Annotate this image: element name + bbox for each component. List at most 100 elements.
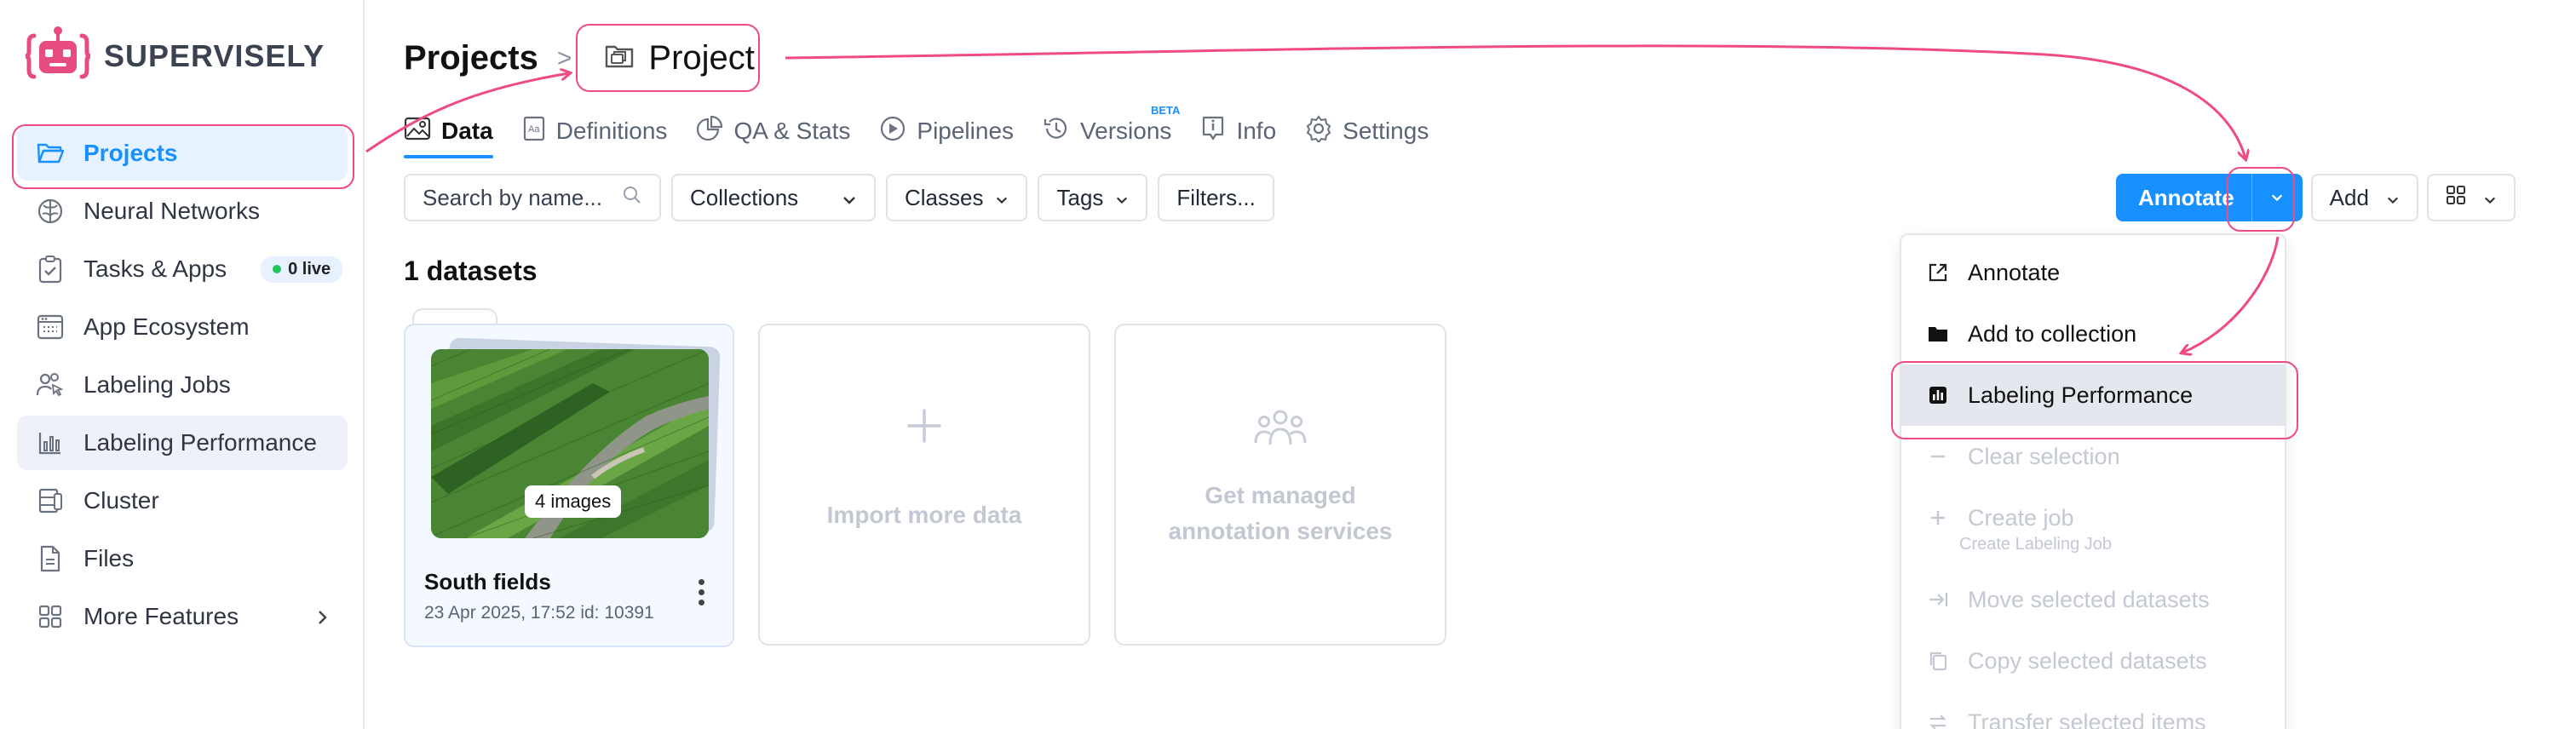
import-data-label: Import more data: [826, 502, 1022, 528]
tab-label: Definitions: [555, 118, 668, 144]
chevron-down-icon: [1115, 185, 1129, 211]
sidebar-item-label: Labeling Performance: [83, 429, 317, 456]
sidebar-item-files[interactable]: Files: [17, 531, 348, 586]
tags-label: Tags: [1056, 184, 1104, 210]
tab-pipelines[interactable]: Pipelines: [879, 107, 1014, 155]
tab-settings[interactable]: Settings: [1305, 107, 1429, 155]
sidebar-item-neural-networks[interactable]: Neural Networks: [17, 184, 348, 238]
add-button[interactable]: Add: [2310, 174, 2418, 221]
breadcrumb-projects[interactable]: Projects: [404, 39, 538, 77]
external-link-icon: [1927, 262, 1949, 283]
collections-label: Collections: [690, 184, 799, 210]
managed-services-line2: annotation services: [1168, 518, 1393, 544]
project-tabs: Data Aa Definitions QA & Stats Pipelines…: [404, 104, 1429, 158]
tab-versions[interactable]: Versions BETA: [1043, 104, 1180, 155]
brand-name: SUPERVISELY: [104, 38, 325, 73]
copy-icon: [1927, 651, 1949, 671]
sidebar-item-label: Projects: [83, 140, 178, 166]
live-tasks-badge: 0 live: [261, 255, 343, 283]
import-data-card[interactable]: Import more data: [758, 324, 1090, 646]
menu-item-copy-datasets[interactable]: Copy selected datasets: [1901, 630, 2285, 692]
annotate-split-button: Annotate: [2116, 174, 2303, 221]
transfer-icon: [1927, 713, 1949, 729]
menu-item-label: Transfer selected items: [1968, 709, 2206, 729]
breadcrumb-separator: >: [556, 43, 572, 72]
datasets-count-title: 1 datasets: [404, 255, 538, 286]
classes-select[interactable]: Classes: [886, 174, 1028, 221]
sidebar-item-label: Neural Networks: [83, 198, 260, 224]
tab-label: Info: [1236, 118, 1277, 144]
live-count: 0 live: [288, 259, 331, 278]
menu-item-label: Labeling Performance: [1968, 382, 2194, 408]
sidebar-item-label: Files: [83, 545, 135, 571]
breadcrumb: Projects > Project: [404, 34, 768, 83]
sidebar-item-label: Cluster: [83, 487, 159, 514]
tab-label: QA & Stats: [733, 118, 851, 144]
tab-label: Pipelines: [917, 118, 1015, 144]
dataset-thumbnail: 4 images: [431, 349, 709, 538]
tags-select[interactable]: Tags: [1038, 174, 1148, 221]
logo[interactable]: SUPERVISELY: [26, 24, 325, 89]
folder-icon: [1927, 325, 1949, 342]
filters-label: Filters...: [1176, 184, 1256, 210]
sidebar-item-label: Labeling Jobs: [83, 371, 231, 398]
managed-services-line1: Get managed: [1205, 482, 1356, 508]
plus-icon: [1927, 508, 1949, 527]
dataset-menu-icon[interactable]: [699, 579, 707, 606]
menu-item-transfer-items[interactable]: Transfer selected items: [1901, 692, 2285, 729]
action-buttons: Annotate Add: [2116, 174, 2516, 221]
sidebar-item-label: App Ecosystem: [83, 313, 250, 340]
server-icon: [36, 486, 65, 515]
chevron-down-icon: [842, 185, 857, 211]
view-mode-button[interactable]: [2426, 174, 2516, 221]
search-icon: [622, 185, 642, 211]
menu-item-labeling-performance[interactable]: Labeling Performance: [1901, 364, 2285, 426]
history-icon: [1043, 115, 1070, 148]
managed-services-card[interactable]: Get managed annotation services: [1114, 324, 1446, 646]
filters-button[interactable]: Filters...: [1158, 174, 1274, 221]
folder-open-icon: [36, 139, 65, 168]
chevron-down-icon: [995, 185, 1009, 211]
sidebar-nav: Projects Neural Networks Tasks & Apps 0 …: [17, 126, 348, 647]
dataset-meta: 23 Apr 2025, 17:52 id: 10391: [424, 603, 654, 623]
breadcrumb-current-project[interactable]: Project: [590, 34, 768, 83]
search-input[interactable]: Search by name...: [404, 174, 661, 221]
file-icon: [36, 544, 65, 573]
menu-item-add-to-collection[interactable]: Add to collection: [1901, 303, 2285, 364]
project-folder-icon: [604, 39, 635, 77]
annotate-button[interactable]: Annotate: [2116, 185, 2251, 211]
app-window-icon: [36, 313, 65, 342]
tab-definitions[interactable]: Aa Definitions: [522, 107, 668, 155]
classes-label: Classes: [905, 184, 984, 210]
menu-item-clear-selection[interactable]: Clear selection: [1901, 426, 2285, 487]
add-label: Add: [2329, 184, 2369, 210]
clipboard-check-icon: [36, 255, 65, 284]
menu-item-label: Create job: [1968, 504, 2074, 531]
sidebar-item-projects[interactable]: Projects: [17, 126, 348, 181]
sidebar-item-more-features[interactable]: More Features: [17, 589, 348, 644]
tab-label: Settings: [1343, 118, 1429, 144]
pie-chart-icon: [696, 115, 723, 148]
tab-info[interactable]: Info: [1200, 107, 1276, 155]
chevron-down-icon: [2386, 185, 2400, 211]
collections-select[interactable]: Collections: [671, 174, 876, 221]
dataset-card[interactable]: 4 images South fields 23 Apr 2025, 17:52…: [404, 324, 734, 647]
image-count-badge: 4 images: [525, 485, 622, 518]
minus-icon: [1927, 455, 1949, 458]
sidebar-item-app-ecosystem[interactable]: App Ecosystem: [17, 300, 348, 354]
menu-item-move-datasets[interactable]: Move selected datasets: [1901, 569, 2285, 630]
annotate-dropdown-toggle[interactable]: [2251, 174, 2303, 221]
sidebar-item-labeling-performance[interactable]: Labeling Performance: [17, 416, 348, 470]
beta-badge: BETA: [1151, 104, 1181, 117]
menu-item-annotate[interactable]: Annotate: [1901, 242, 2285, 303]
live-status-dot: [273, 265, 282, 273]
sidebar-item-tasks-apps[interactable]: Tasks & Apps 0 live: [17, 242, 348, 296]
tab-data[interactable]: Data: [404, 107, 493, 158]
sidebar-item-labeling-jobs[interactable]: Labeling Jobs: [17, 358, 348, 412]
sidebar-item-cluster[interactable]: Cluster: [17, 474, 348, 528]
annotate-dropdown-menu: Annotate Add to collection Labeling Perf…: [1900, 233, 2286, 729]
managed-services-label: Get managed annotation services: [1169, 478, 1393, 549]
sidebar-item-label: More Features: [83, 603, 239, 629]
brain-icon: [36, 197, 65, 226]
tab-qa-stats[interactable]: QA & Stats: [696, 107, 850, 155]
